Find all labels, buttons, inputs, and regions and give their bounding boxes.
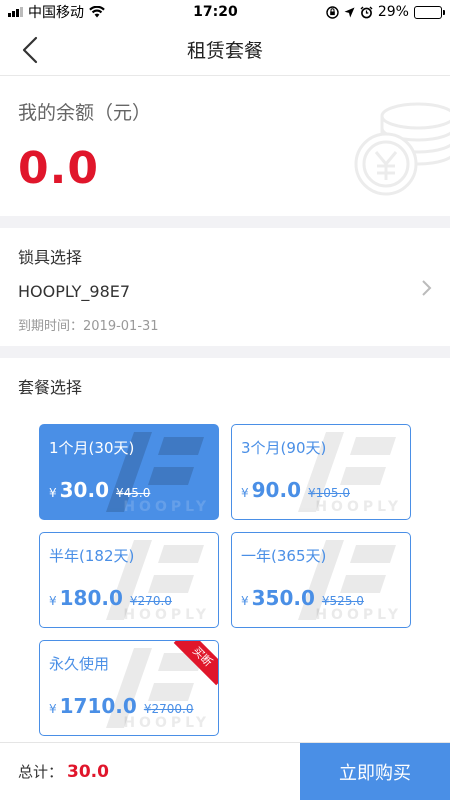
plan-original-price: ¥525.0 — [321, 594, 364, 608]
total-label: 总计： — [18, 763, 64, 781]
plan-card[interactable]: HOOPLY 1个月(30天) ¥30.0 ¥45.0 — [39, 424, 219, 520]
plan-name: 1个月(30天) — [49, 439, 135, 457]
plan-original-price: ¥2700.0 — [143, 702, 194, 716]
lock-expire: 到期时间：2019-01-31 — [18, 315, 432, 334]
plan-name: 永久使用 — [49, 655, 110, 673]
plans-section: 套餐选择 HOOPLY 1个月(30天) ¥30.0 ¥45.0 HOOPLY 3… — [0, 358, 450, 752]
plan-original-price: ¥45.0 — [116, 486, 151, 500]
plan-card[interactable]: HOOPLY 3个月(90天) ¥90.0 ¥105.0 — [231, 424, 411, 520]
battery-percent: 29% — [377, 4, 409, 20]
plan-card[interactable]: HOOPLY 买断 永久使用 ¥1710.0 ¥2700.0 — [39, 640, 219, 736]
footer-bar: 总计： 30.0 立即购买 — [0, 742, 450, 800]
lock-name: HOOPLY_98E7 — [18, 282, 131, 301]
plan-price: ¥90.0 ¥105.0 — [241, 478, 401, 502]
signal-icon — [8, 7, 23, 17]
status-left: 中国移动 — [8, 2, 105, 22]
plan-card[interactable]: HOOPLY 一年(365天) ¥350.0 ¥525.0 — [231, 532, 411, 628]
plans-title: 套餐选择 — [18, 378, 83, 397]
lock-selector[interactable]: 锁具选择 HOOPLY_98E7 到期时间：2019-01-31 — [0, 228, 450, 346]
plan-current-price: 1710.0 — [59, 694, 137, 718]
plan-price: ¥1710.0 ¥2700.0 — [49, 694, 209, 718]
status-bar: 中国移动 17:20 29% — [0, 0, 450, 24]
plan-name: 一年(365天) — [241, 547, 327, 565]
chevron-right-icon — [422, 280, 432, 296]
plan-name: 半年(182天) — [49, 547, 135, 565]
alarm-icon — [360, 6, 373, 18]
plan-original-price: ¥105.0 — [308, 486, 350, 500]
buy-now-button[interactable]: 立即购买 — [300, 742, 450, 800]
currency-symbol: ¥ — [49, 594, 57, 608]
plan-current-price: 180.0 — [59, 586, 123, 610]
expire-date: 2019-01-31 — [83, 319, 159, 334]
plan-grid: HOOPLY 1个月(30天) ¥30.0 ¥45.0 HOOPLY 3个月(90… — [18, 424, 432, 736]
page-title: 租赁套餐 — [186, 40, 263, 62]
plan-original-price: ¥270.0 — [129, 594, 172, 608]
coins-icon — [354, 102, 450, 196]
status-time: 17:20 — [193, 4, 238, 20]
plan-current-price: 30.0 — [59, 478, 109, 502]
currency-symbol: ¥ — [49, 486, 57, 500]
plan-name: 3个月(90天) — [241, 439, 327, 457]
total-summary: 总计： 30.0 — [0, 761, 300, 782]
balance-section: 我的余额（元） 0.0 — [0, 76, 450, 216]
back-chevron-icon[interactable] — [18, 36, 44, 64]
plan-price: ¥30.0 ¥45.0 — [49, 478, 209, 502]
plan-price: ¥350.0 ¥525.0 — [241, 586, 401, 610]
total-value: 30.0 — [67, 762, 109, 782]
plan-current-price: 90.0 — [251, 478, 301, 502]
nav-bar: 租赁套餐 — [0, 24, 450, 76]
expire-label: 到期时间： — [18, 319, 84, 334]
location-icon — [344, 7, 355, 17]
status-right: 29% — [326, 4, 445, 20]
lock-rotation-icon — [326, 5, 339, 19]
plan-current-price: 350.0 — [251, 586, 315, 610]
plan-price: ¥180.0 ¥270.0 — [49, 586, 209, 610]
lock-section-title: 锁具选择 — [18, 248, 83, 267]
wifi-icon — [89, 6, 105, 18]
currency-symbol: ¥ — [241, 594, 249, 608]
currency-symbol: ¥ — [49, 702, 57, 716]
battery-icon — [413, 5, 445, 19]
carrier-label: 中国移动 — [28, 5, 84, 21]
currency-symbol: ¥ — [241, 486, 249, 500]
plan-card[interactable]: HOOPLY 半年(182天) ¥180.0 ¥270.0 — [39, 532, 219, 628]
